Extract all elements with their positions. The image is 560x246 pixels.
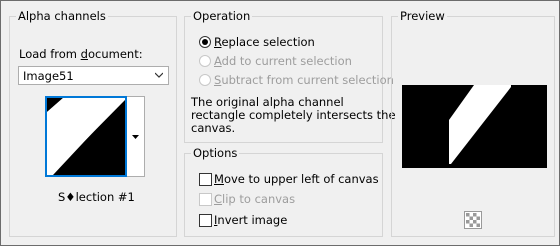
document-select[interactable]: Image51 [18, 66, 169, 85]
subtract-from-selection-label[interactable]: Subtract from current selection [214, 73, 394, 87]
alpha-channel-dialog: Alpha channels Load from document: Image… [0, 0, 560, 246]
add-to-selection-radio[interactable] [199, 55, 211, 67]
document-select-value: Image51 [23, 69, 74, 83]
load-from-document-label: Load from document: [19, 47, 143, 61]
clip-to-canvas-checkbox[interactable] [199, 193, 212, 206]
chevron-down-icon [155, 72, 163, 78]
options-title: Options [191, 146, 240, 160]
invert-image-label[interactable]: Invert image [214, 213, 287, 227]
operation-message-line-1: The original alpha channel [191, 95, 344, 109]
caret-down-icon [132, 135, 139, 139]
replace-selection-radio[interactable] [199, 36, 211, 48]
preview-title: Preview [398, 9, 447, 23]
operation-title: Operation [191, 9, 253, 23]
checker-navigate-icon[interactable] [464, 211, 482, 229]
preview-shape [402, 85, 547, 168]
preview-image [402, 85, 547, 168]
replace-selection-label[interactable]: Replace selection [214, 35, 315, 49]
channel-thumbnail[interactable] [45, 96, 127, 177]
invert-image-checkbox[interactable] [199, 214, 212, 227]
operation-message-line-2: rectangle completely intersects the [191, 108, 396, 122]
subtract-from-selection-radio[interactable] [199, 74, 211, 86]
selection-name-label: S♦lection #1 [58, 190, 135, 204]
clip-to-canvas-label[interactable]: Clip to canvas [214, 192, 295, 206]
channel-thumbnail-image [47, 98, 125, 175]
operation-message-line-3: canvas. [191, 121, 236, 135]
move-to-upper-left-checkbox[interactable] [199, 173, 212, 186]
alpha-channels-title: Alpha channels [16, 9, 108, 23]
radio-dot [202, 39, 208, 45]
add-to-selection-label[interactable]: Add to current selection [214, 54, 352, 68]
move-to-upper-left-label[interactable]: Move to upper left of canvas [214, 172, 379, 186]
channel-dropdown-button[interactable] [127, 96, 145, 177]
